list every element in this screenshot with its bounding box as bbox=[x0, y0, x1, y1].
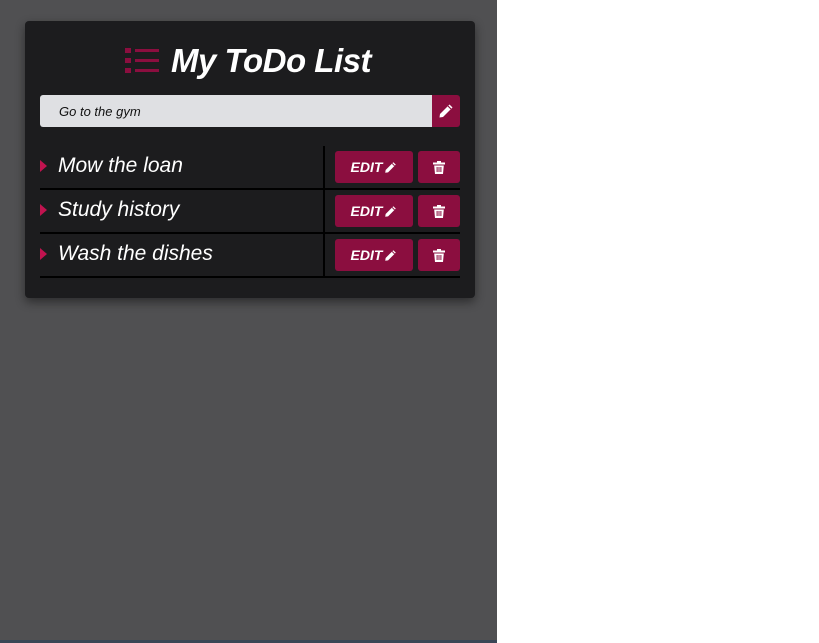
delete-button[interactable] bbox=[418, 195, 460, 227]
edit-label: EDIT bbox=[350, 159, 383, 175]
todo-item: Mow the loan EDIT bbox=[40, 146, 460, 190]
todo-list: Mow the loan EDIT Study history EDIT Was… bbox=[40, 146, 460, 278]
delete-button[interactable] bbox=[418, 239, 460, 271]
task-input-row bbox=[40, 95, 460, 127]
edit-button[interactable]: EDIT bbox=[335, 195, 413, 227]
divider bbox=[323, 146, 325, 190]
pencil-icon bbox=[385, 249, 397, 261]
caret-right-icon bbox=[40, 248, 47, 260]
divider bbox=[323, 190, 325, 234]
edit-label: EDIT bbox=[350, 247, 383, 263]
trash-icon bbox=[433, 204, 445, 218]
edit-button[interactable]: EDIT bbox=[335, 151, 413, 183]
edit-button[interactable]: EDIT bbox=[335, 239, 413, 271]
todo-text: Mow the loan bbox=[58, 154, 183, 177]
header: My ToDo List bbox=[25, 41, 475, 81]
todo-item: Wash the dishes EDIT bbox=[40, 234, 460, 278]
trash-icon bbox=[433, 160, 445, 174]
add-task-button[interactable] bbox=[432, 95, 460, 127]
divider bbox=[323, 234, 325, 278]
delete-button[interactable] bbox=[418, 151, 460, 183]
todo-text: Wash the dishes bbox=[58, 242, 213, 265]
todo-text: Study history bbox=[58, 198, 180, 221]
list-icon bbox=[125, 48, 160, 73]
trash-icon bbox=[433, 248, 445, 262]
todo-card: My ToDo List Mow the loan EDIT bbox=[25, 21, 475, 298]
pencil-icon bbox=[385, 205, 397, 217]
page-title: My ToDo List bbox=[171, 42, 371, 79]
pencil-icon bbox=[439, 104, 453, 118]
task-input[interactable] bbox=[40, 95, 432, 127]
todo-item: Study history EDIT bbox=[40, 190, 460, 234]
caret-right-icon bbox=[40, 160, 47, 172]
edit-label: EDIT bbox=[350, 203, 383, 219]
caret-right-icon bbox=[40, 204, 47, 216]
pencil-icon bbox=[385, 161, 397, 173]
